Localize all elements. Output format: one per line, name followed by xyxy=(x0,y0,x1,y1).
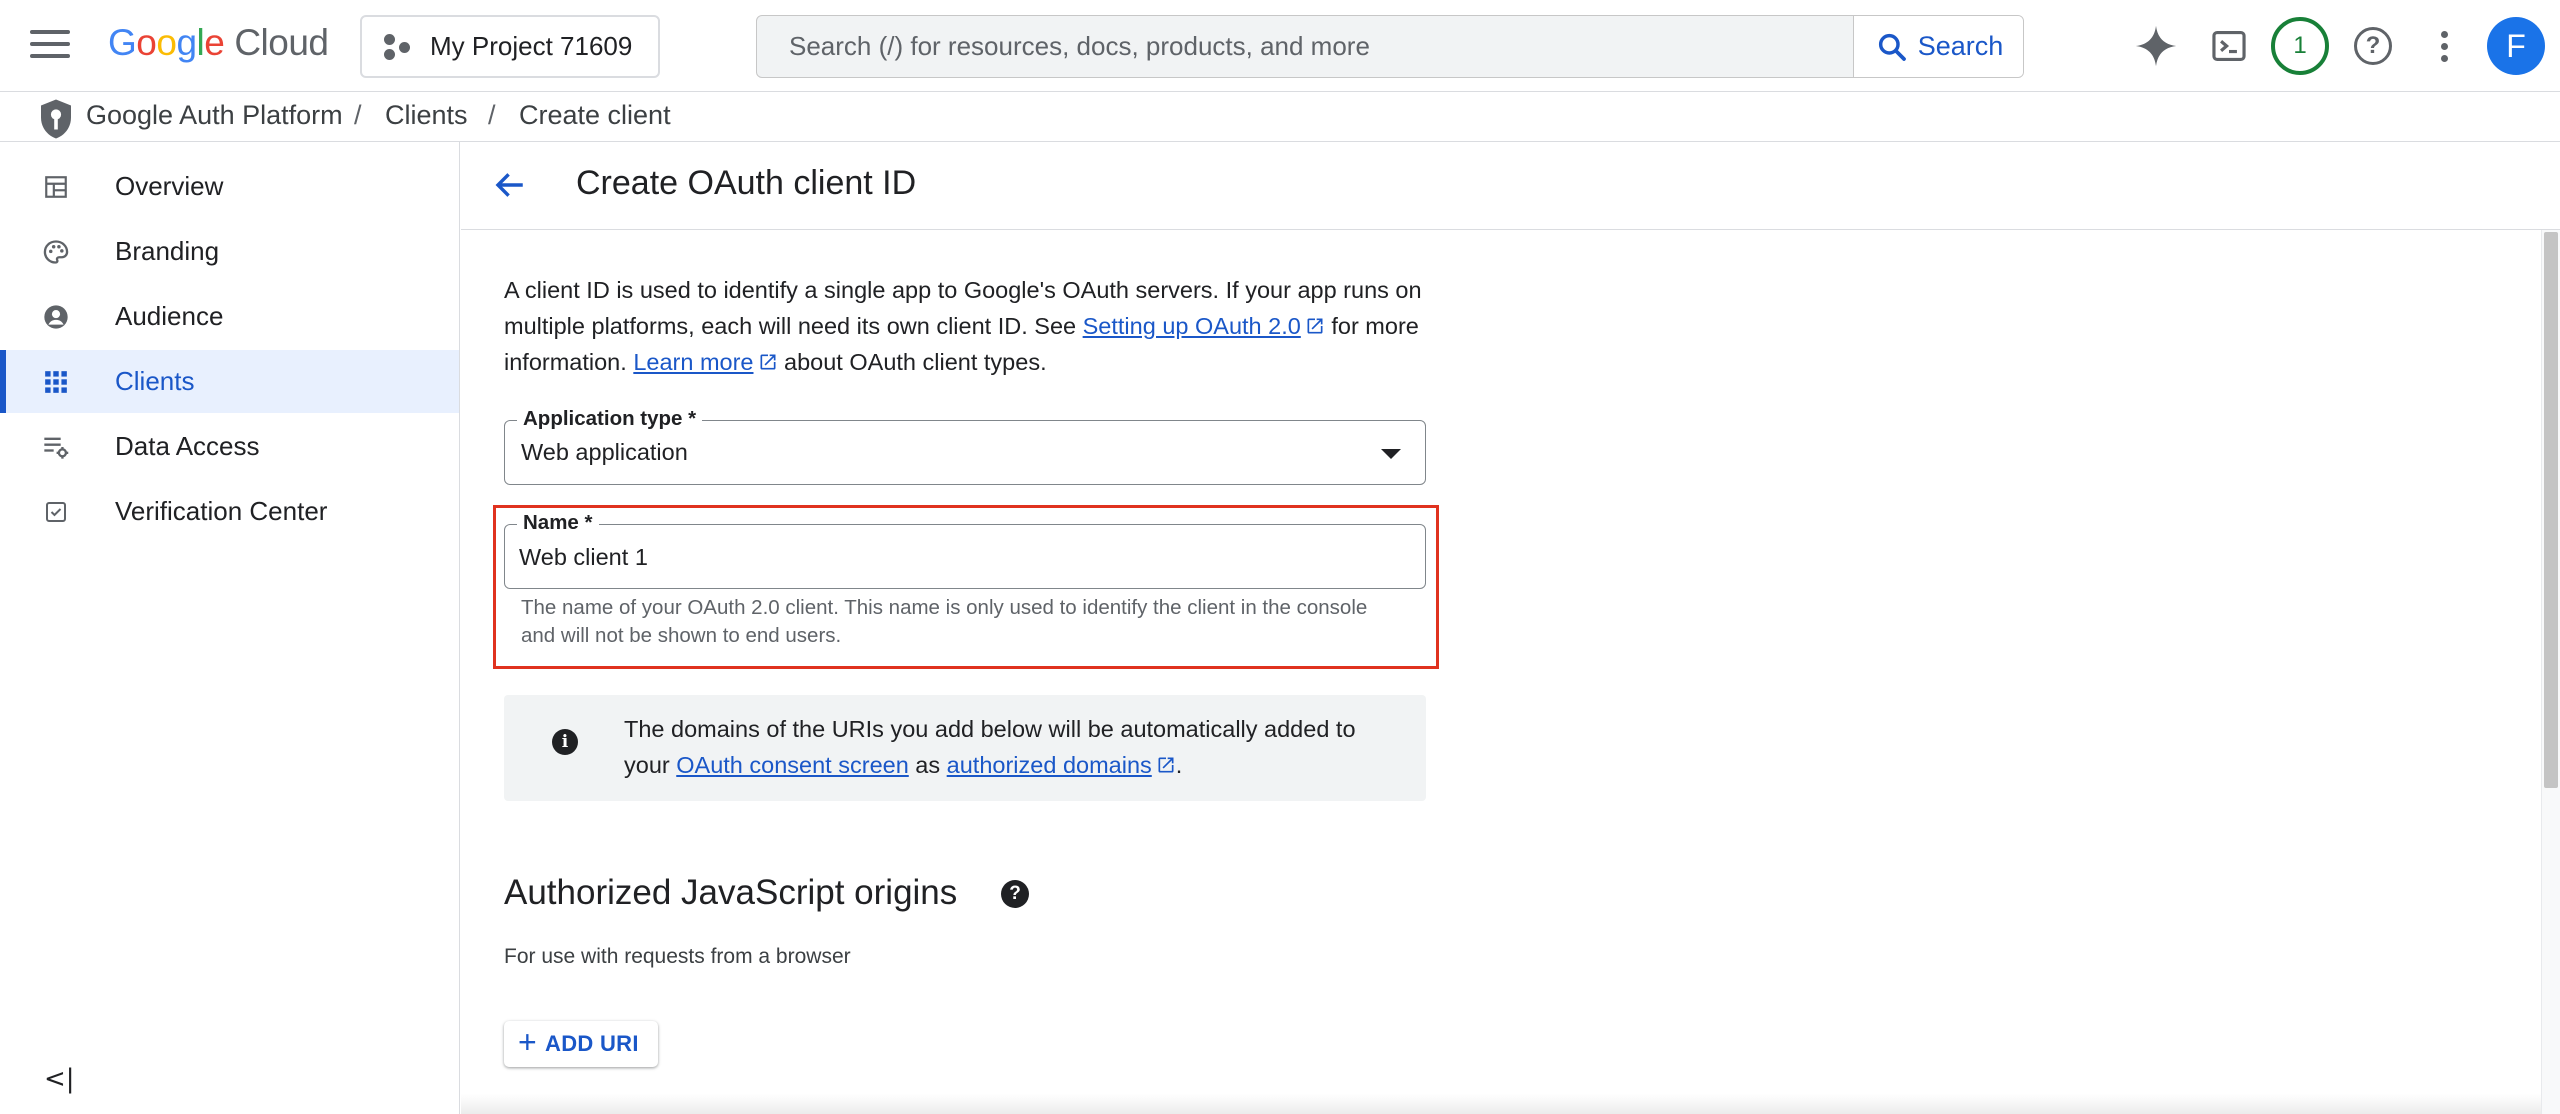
breadcrumb-separator: / xyxy=(354,100,362,130)
search-icon xyxy=(1878,33,1906,61)
search-bar: Search xyxy=(756,15,2024,78)
account-circle-icon xyxy=(40,301,72,333)
name-field-label: Name * xyxy=(517,511,599,535)
breadcrumb-separator: / xyxy=(488,100,496,130)
sidebar-item-clients[interactable]: Clients xyxy=(0,350,459,413)
verified-checkbox-icon xyxy=(40,496,72,528)
intro-paragraph: A client ID is used to identify a single… xyxy=(504,277,1422,375)
learn-more-link[interactable]: Learn more xyxy=(633,349,777,375)
sidebar-item-branding[interactable]: Branding xyxy=(0,220,459,283)
scrollbar-thumb[interactable] xyxy=(2544,232,2558,788)
gemini-sparkle-icon[interactable] xyxy=(2132,22,2180,70)
project-icon xyxy=(384,32,414,62)
dropdown-arrow-icon xyxy=(1381,449,1401,459)
external-link-icon xyxy=(760,354,775,370)
sidebar-nav: Overview Branding Audience Clients Data … xyxy=(0,142,460,1114)
add-icon: + xyxy=(518,1024,537,1060)
external-link-icon xyxy=(1158,757,1174,773)
sidebar-item-label: Audience xyxy=(115,301,224,331)
info-callout-text: The domains of the URIs you add below wi… xyxy=(624,716,1356,778)
menu-icon[interactable] xyxy=(30,30,70,62)
apps-grid-icon xyxy=(40,366,72,398)
project-picker-button[interactable]: My Project 71609 xyxy=(360,15,660,78)
external-link-icon xyxy=(1307,318,1323,334)
dashboard-icon xyxy=(40,171,72,203)
name-field: Name * xyxy=(504,511,1426,589)
notification-count: 1 xyxy=(2293,32,2307,59)
top-app-bar: Google Cloud My Project 71609 Search 1 ?… xyxy=(0,0,2560,92)
oauth-consent-screen-link[interactable]: OAuth consent screen xyxy=(676,752,909,778)
data-settings-icon xyxy=(40,431,72,463)
help-question-icon[interactable]: ? xyxy=(1001,880,1029,908)
setting-up-oauth-link[interactable]: Setting up OAuth 2.0 xyxy=(1083,313,1325,339)
sidebar-item-verification-center[interactable]: Verification Center xyxy=(0,480,459,543)
page-title: Create OAuth client ID xyxy=(576,164,917,202)
sidebar-item-audience[interactable]: Audience xyxy=(0,285,459,348)
name-input[interactable] xyxy=(519,537,1399,577)
sidebar-item-overview[interactable]: Overview xyxy=(0,155,459,218)
search-input[interactable] xyxy=(757,16,1853,77)
add-uri-label: ADD URI xyxy=(545,1031,639,1056)
logo-cloud-text: Cloud xyxy=(234,22,329,63)
palette-icon xyxy=(40,236,72,268)
search-button-label: Search xyxy=(1917,31,2004,61)
google-cloud-logo[interactable]: Google Cloud xyxy=(108,22,329,70)
sidebar-item-label: Overview xyxy=(115,171,224,201)
page-header: Create OAuth client ID xyxy=(461,142,2560,230)
breadcrumb-create-client: Create client xyxy=(519,100,671,130)
js-origins-subtitle: For use with requests from a browser xyxy=(504,945,851,968)
avatar[interactable]: F xyxy=(2487,17,2545,75)
info-callout: i The domains of the URIs you add below … xyxy=(504,695,1426,801)
back-arrow-icon[interactable] xyxy=(493,168,527,202)
search-button[interactable]: Search xyxy=(1853,16,2023,77)
sidebar-item-data-access[interactable]: Data Access xyxy=(0,415,459,478)
breadcrumb: Google Auth Platform / Clients / Create … xyxy=(0,92,2560,142)
info-icon: i xyxy=(552,729,578,755)
collapse-sidebar-icon[interactable]: <| xyxy=(44,1064,75,1094)
application-type-value: Web application xyxy=(521,439,688,465)
authorized-domains-link[interactable]: authorized domains xyxy=(947,752,1176,778)
breadcrumb-clients[interactable]: Clients xyxy=(385,100,468,131)
sidebar-item-label: Clients xyxy=(115,366,195,396)
help-icon[interactable]: ? xyxy=(2349,22,2397,70)
project-name: My Project 71609 xyxy=(430,31,633,61)
sidebar-item-label: Verification Center xyxy=(115,496,328,526)
add-uri-button[interactable]: + ADD URI xyxy=(504,1021,658,1067)
application-type-select[interactable]: Application type * Web application xyxy=(504,407,1426,485)
auth-platform-shield-icon xyxy=(41,99,71,139)
sidebar-item-label: Data Access xyxy=(115,431,260,461)
application-type-label: Application type * xyxy=(517,407,703,431)
bottom-fade xyxy=(461,1094,2541,1114)
js-origins-heading: Authorized JavaScript origins xyxy=(504,873,958,912)
sidebar-item-label: Branding xyxy=(115,236,220,266)
more-vert-icon[interactable] xyxy=(2420,22,2468,70)
cloud-shell-icon[interactable] xyxy=(2205,22,2253,70)
avatar-initial: F xyxy=(2506,27,2526,64)
breadcrumb-google-auth-platform[interactable]: Google Auth Platform xyxy=(86,100,343,131)
name-field-hint: The name of your OAuth 2.0 client. This … xyxy=(521,596,1368,647)
notifications-badge[interactable]: 1 xyxy=(2271,17,2329,75)
